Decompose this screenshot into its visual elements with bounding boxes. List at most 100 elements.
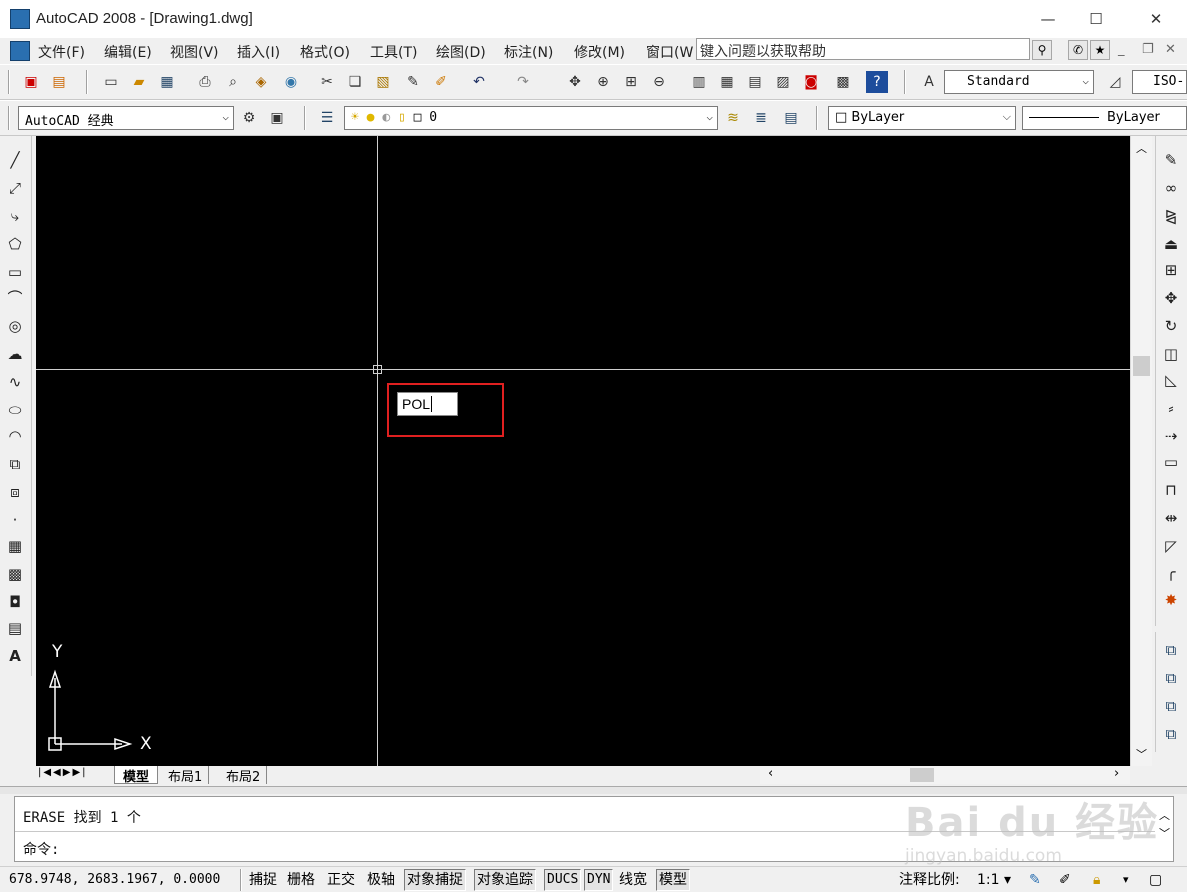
scroll-left-icon[interactable]: ‹ (768, 766, 773, 781)
text-style-icon[interactable]: A (918, 71, 940, 93)
break-icon[interactable]: ⊓ (1159, 478, 1183, 502)
autocad-app-icon[interactable] (10, 9, 30, 29)
ellipse-icon[interactable]: ⬭ (3, 398, 27, 422)
dyn-toggle[interactable]: DYN (584, 869, 614, 891)
menu-dimension[interactable]: 标注(N) (504, 42, 553, 62)
spline-icon[interactable]: ∿ (3, 370, 27, 394)
clean-screen-icon[interactable]: ▢ (1146, 869, 1165, 891)
rectangle-icon[interactable]: ▭ (3, 260, 27, 284)
sheet-set-icon[interactable]: ▨ (772, 71, 794, 93)
auto-scale-icon[interactable]: ✐ (1056, 869, 1074, 891)
bring-to-front-icon[interactable]: ⧉ (1159, 638, 1183, 662)
print-preview-icon[interactable]: ⌕ (222, 71, 244, 93)
tab-model[interactable]: 模型 (114, 766, 159, 785)
dynamic-input-field[interactable]: POL (397, 392, 458, 416)
gradient-icon[interactable]: ▩ (3, 562, 27, 586)
ortho-toggle[interactable]: 正交 (324, 869, 358, 891)
menu-tools[interactable]: 工具(T) (370, 42, 417, 62)
annotation-scale-select[interactable]: 1:1 ▾ (974, 869, 1014, 891)
layer-select[interactable]: ☀ ● ◐ ▯ □ 0 ⌵ (344, 106, 718, 130)
bring-above-icon[interactable]: ⧉ (1159, 694, 1183, 718)
erase-icon[interactable]: ✎ (1159, 148, 1183, 172)
horizontal-scrollbar[interactable]: ‹ › (760, 766, 1130, 784)
scroll-down-icon[interactable]: ﹀ (1136, 746, 1147, 762)
osnap-toggle[interactable]: 对象捕捉 (404, 869, 466, 891)
array-icon[interactable]: ⊞ (1159, 258, 1183, 282)
trim-icon[interactable]: ⸗ (1159, 396, 1183, 420)
scale-icon[interactable]: ◫ (1159, 342, 1183, 366)
arc-icon[interactable]: ⌒ (3, 286, 27, 310)
search-icon[interactable]: ⚲ (1032, 40, 1052, 60)
construction-line-icon[interactable]: ⤢ (3, 176, 27, 200)
menu-file[interactable]: 文件(F) (38, 42, 85, 62)
tab-layout1[interactable]: 布局1 (162, 766, 210, 785)
menu-insert[interactable]: 插入(I) (237, 42, 280, 62)
menu-modify[interactable]: 修改(M) (574, 42, 625, 62)
command-scroll-up-icon[interactable]: ︿ (1159, 807, 1170, 823)
linetype-select[interactable]: ByLayer (1022, 106, 1187, 130)
match-properties-icon[interactable]: ✎ (402, 71, 424, 93)
coordinate-readout[interactable]: 678.9748, 2683.1967, 0.0000 (6, 869, 223, 891)
circle-icon[interactable]: ◎ (3, 314, 27, 338)
3d-dwf-icon[interactable]: ◉ (280, 71, 302, 93)
cut-icon[interactable]: ✂ (316, 71, 338, 93)
rotate-icon[interactable]: ↻ (1159, 314, 1183, 338)
region-icon[interactable]: ◘ (3, 590, 27, 614)
menu-window[interactable]: 窗口(W (646, 42, 693, 62)
status-menu-icon[interactable]: ▾ (1120, 869, 1132, 891)
vertical-scrollbar[interactable]: ︿ ﹀ (1130, 136, 1152, 766)
menu-edit[interactable]: 编辑(E) (104, 42, 152, 62)
offset-icon[interactable]: ⏏ (1159, 232, 1183, 256)
dim-style-select[interactable]: ISO- (1132, 70, 1187, 94)
lineweight-toggle[interactable]: 线宽 (616, 869, 650, 891)
tool-palettes-icon[interactable]: ▤ (744, 71, 766, 93)
scroll-up-icon[interactable]: ︿ (1136, 140, 1147, 156)
properties-icon[interactable]: ▥ (688, 71, 710, 93)
fillet-icon[interactable]: ╭ (1159, 560, 1183, 584)
zoom-realtime-icon[interactable]: ⊕ (592, 71, 614, 93)
publish-to-web-icon[interactable]: ◈ (250, 71, 272, 93)
workspace-select[interactable]: AutoCAD 经典 ⌵ (18, 106, 234, 130)
markup-icon[interactable]: ◙ (800, 71, 822, 93)
document-icon[interactable] (10, 41, 30, 61)
doc-close-icon[interactable]: ✕ (1165, 42, 1176, 57)
copy-object-icon[interactable]: ∞ (1159, 176, 1183, 200)
chamfer-icon[interactable]: ◸ (1159, 534, 1183, 558)
explode-icon[interactable]: ✸ (1159, 588, 1183, 612)
layer-properties-icon[interactable]: ☰ (316, 107, 338, 129)
zoom-window-icon[interactable]: ⊞ (620, 71, 642, 93)
undo-icon[interactable]: ↶ (468, 71, 490, 93)
new-icon[interactable]: ▭ (100, 71, 122, 93)
scroll-thumb[interactable] (910, 768, 934, 782)
grid-toggle[interactable]: 栅格 (284, 869, 318, 891)
menu-view[interactable]: 视图(V) (170, 42, 219, 62)
minimize-button[interactable]: — (1036, 8, 1060, 30)
copy-icon[interactable]: ❏ (344, 71, 366, 93)
otrack-toggle[interactable]: 对象追踪 (474, 869, 536, 891)
menu-draw[interactable]: 绘图(D) (436, 42, 486, 62)
print-icon[interactable]: ⎙ (194, 71, 216, 93)
favorites-icon[interactable]: ★ (1090, 40, 1110, 60)
ducs-toggle[interactable]: DUCS (544, 869, 582, 891)
make-layer-current-icon[interactable]: ≋ (722, 107, 744, 129)
polyline-icon[interactable]: ⤷ (3, 204, 27, 228)
mirror-icon[interactable]: ⧎ (1159, 204, 1183, 228)
model-toggle[interactable]: 模型 (656, 869, 690, 891)
scroll-right-icon[interactable]: › (1114, 766, 1119, 781)
block-editor-icon[interactable]: ✐ (430, 71, 452, 93)
dim-style-icon[interactable]: ◿ (1104, 71, 1126, 93)
break-at-point-icon[interactable]: ▭ (1159, 450, 1183, 474)
maximize-button[interactable]: ☐ (1084, 8, 1108, 30)
insert-block-icon[interactable]: ⧉ (3, 452, 27, 476)
layer-previous-icon[interactable]: ≣ (750, 107, 772, 129)
pan-icon[interactable]: ✥ (564, 71, 586, 93)
help-icon[interactable]: ? (866, 71, 888, 93)
doc-restore-icon[interactable]: ❐ (1142, 42, 1154, 57)
close-button[interactable]: ✕ (1144, 8, 1168, 30)
snap-toggle[interactable]: 捕捉 (246, 869, 280, 891)
join-icon[interactable]: ⇹ (1159, 506, 1183, 530)
text-style-select[interactable]: Standard ⌵ (944, 70, 1094, 94)
workspace-settings-icon[interactable]: ⚙ (238, 107, 260, 129)
extend-icon[interactable]: ⇢ (1159, 424, 1183, 448)
send-under-icon[interactable]: ⧉ (1159, 722, 1183, 746)
